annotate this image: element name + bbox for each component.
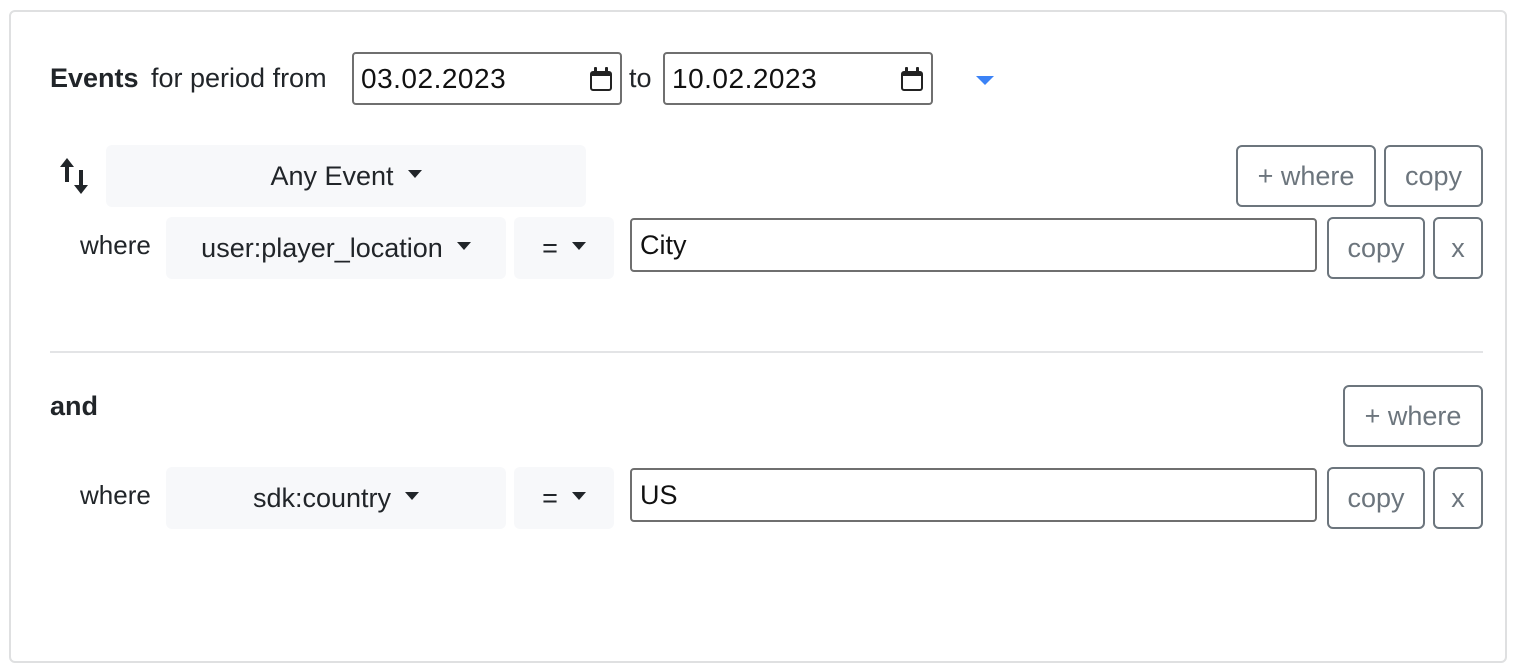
date-to-input[interactable]: 10.02.2023 bbox=[663, 52, 933, 105]
condition-value-input[interactable]: US bbox=[630, 468, 1317, 522]
remove-condition-button[interactable]: x bbox=[1433, 217, 1483, 279]
where-label: where bbox=[80, 480, 151, 510]
operator-select-value: = bbox=[542, 232, 558, 263]
operator-select-value: = bbox=[542, 482, 558, 513]
condition-value-input[interactable]: City bbox=[630, 218, 1317, 272]
chevron-down-icon bbox=[571, 492, 586, 500]
operator-select-dropdown[interactable]: = bbox=[514, 467, 614, 529]
copy-event-button[interactable]: copy bbox=[1384, 145, 1483, 207]
date-to-value: 10.02.2023 bbox=[672, 62, 818, 94]
period-from-label: for period from bbox=[151, 63, 327, 93]
copy-condition-button[interactable]: copy bbox=[1327, 467, 1425, 529]
copy-condition-button[interactable]: copy bbox=[1327, 217, 1425, 279]
events-filter-card bbox=[9, 10, 1507, 663]
add-where-button[interactable]: + where bbox=[1343, 385, 1483, 447]
add-where-button[interactable]: + where bbox=[1236, 145, 1376, 207]
section-divider bbox=[50, 351, 1483, 353]
condition-value-text: City bbox=[640, 229, 687, 260]
swap-order-icon[interactable] bbox=[58, 156, 92, 196]
period-options-caret-icon[interactable] bbox=[976, 76, 994, 85]
remove-condition-button[interactable]: x bbox=[1433, 467, 1483, 529]
date-from-input[interactable]: 03.02.2023 bbox=[352, 52, 622, 105]
calendar-icon[interactable] bbox=[901, 66, 923, 91]
and-label: and bbox=[50, 391, 99, 421]
condition-value-text: US bbox=[640, 479, 678, 510]
calendar-icon[interactable] bbox=[590, 66, 612, 91]
events-title: Events bbox=[50, 63, 139, 93]
property-select-dropdown[interactable]: sdk:country bbox=[166, 467, 506, 529]
to-label: to bbox=[629, 63, 652, 93]
date-from-value: 03.02.2023 bbox=[361, 62, 507, 94]
chevron-down-icon bbox=[407, 170, 422, 178]
chevron-down-icon bbox=[405, 492, 420, 500]
property-select-value: sdk:country bbox=[252, 482, 392, 513]
event-select-dropdown[interactable]: Any Event bbox=[106, 145, 586, 207]
event-select-value: Any Event bbox=[270, 160, 394, 191]
property-select-dropdown[interactable]: user:player_location bbox=[166, 217, 506, 279]
chevron-down-icon bbox=[456, 242, 471, 250]
property-select-value: user:player_location bbox=[201, 232, 443, 263]
operator-select-dropdown[interactable]: = bbox=[514, 217, 614, 279]
chevron-down-icon bbox=[571, 242, 586, 250]
where-label: where bbox=[80, 230, 151, 260]
